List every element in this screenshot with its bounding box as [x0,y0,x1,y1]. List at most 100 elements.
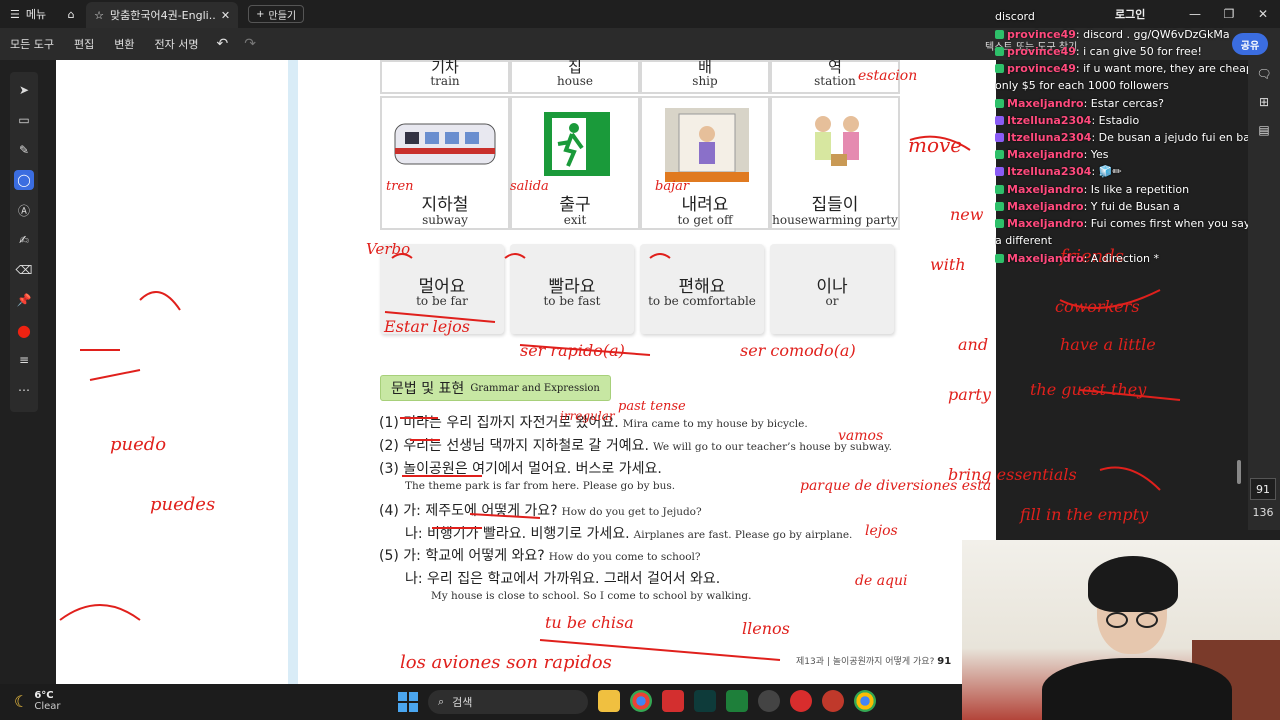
badge-icon [995,30,1004,39]
grammar-en: How do you get to Jejudo? [561,506,702,518]
more-icon[interactable]: ⋯ [14,380,34,400]
vocab-card: 내려요 to get off [640,96,770,230]
chat-text: i can give 50 for free! [1083,45,1202,58]
chat-message: Itzelluna2304: De busan a jejudo fui en … [995,129,1265,146]
chat-user: Itzelluna2304 [1007,114,1092,127]
terminal-icon[interactable] [726,690,748,712]
bookmark-panel-icon[interactable]: ⊞ [1248,88,1280,116]
select-cursor-icon[interactable]: ➤ [14,80,34,100]
file-explorer-icon[interactable] [598,690,620,712]
toolbar-convert[interactable]: 변환 [104,36,144,52]
vocab-en: subway [422,213,468,227]
chat-message: Maxeljandro: Is like a repetition [995,181,1245,198]
chat-message: Maxeljandro: Estar cercas? [995,95,1245,112]
chat-user: Maxeljandro [1007,200,1084,213]
windows-start-icon[interactable] [398,692,418,712]
grammar-line: 나: 우리 집은 학교에서 가까워요. 그래서 걸어서 와요. [405,568,720,588]
obs-icon[interactable] [758,690,780,712]
pdf-page: 기차 train 집 house 배 ship 역 station 지하철 subway … [256,60,996,685]
comment-icon[interactable]: ▭ [14,110,34,130]
badge-icon [995,133,1004,142]
chat-user: Maxeljandro [1007,97,1084,110]
page-footer: 제13과 | 놀이공원까지 어떻게 가요? 91 [796,654,951,667]
page-number-input[interactable]: 91 [1250,478,1276,500]
chat-text: Estar cercas? [1090,97,1164,110]
acrobat-icon[interactable] [662,690,684,712]
phrase-card: 이나 or [770,244,894,334]
chat-text: discord . gg/QW6vDzGkMa [1083,28,1230,41]
chat-text: discord [995,10,1035,23]
vocab-top-row: 기차 train 집 house 배 ship 역 station [380,60,900,94]
cc-app-icon[interactable] [790,690,812,712]
toolbar-e-sign[interactable]: 전자 서명 [144,36,208,52]
grammar-translation: My house is close to school. So I come t… [431,590,752,602]
text-select-icon[interactable]: Ⓐ [14,200,34,220]
streamer-hair [1088,556,1178,612]
glasses-icon [1106,612,1128,628]
chat-text: A direction * [1090,252,1160,265]
chat-user: Maxeljandro [1007,252,1084,265]
close-tab-icon[interactable]: ✕ [221,9,230,22]
grammar-line: (2) 우리는 선생님 댁까지 지하철로 갈 거예요. We will go to… [379,435,892,455]
vocab-en: to get off [677,213,733,227]
audio-app-icon[interactable] [694,690,716,712]
toolbar-all-tools[interactable]: 모든 도구 [0,36,64,52]
document-view: 기차 train 집 house 배 ship 역 station 지하철 subway … [56,60,996,685]
line-weight-icon[interactable]: ≡ [14,350,34,370]
grammar-en: We will go to our teacher’s house by sub… [652,441,892,453]
badge-icon [995,202,1004,211]
pen-icon[interactable]: ✎ [14,140,34,160]
new-tab-button[interactable]: + 만들기 [248,5,305,23]
vocab-ko: 지하철 [421,195,469,215]
grammar-en: Airplanes are fast. Please go by airplan… [633,529,853,541]
badge-icon [995,167,1004,176]
signature-icon[interactable]: ✍ [14,230,34,250]
chrome-icon[interactable] [630,690,652,712]
color-picker-icon[interactable]: ● [14,320,34,340]
toolbar-edit[interactable]: 편집 [64,36,104,52]
badge-icon [995,185,1004,194]
grammar-heading: 문법 및 표현 Grammar and Expression [380,375,611,401]
grammar-ko: 가: 제주도에 어떻게 가요? [403,503,558,519]
menu-button[interactable]: ☰ 메뉴 [0,0,56,28]
lasso-icon[interactable]: ◯ [14,170,34,190]
taskbar-search[interactable]: ⌕ 검색 [428,690,588,714]
phrase-row: 멀어요 to be far 빨라요 to be fast 편해요 to be comf… [380,244,900,334]
home-button[interactable]: ⌂ [56,0,86,28]
vocab-ko: 출구 [559,195,591,215]
undo-icon[interactable]: ↶ [208,36,236,52]
redo-icon[interactable]: ↷ [236,36,264,52]
grammar-en: How do you come to school? [548,551,701,563]
search-label: 검색 [452,696,473,709]
hamburger-icon: ☰ [10,7,20,21]
thumbnail-panel-icon[interactable]: ▤ [1248,116,1280,144]
vocab-card: 집들이 housewarming party [770,96,900,230]
weather-widget[interactable]: ☾ 6°C Clear [14,690,61,712]
chat-text: De busan a jejudo fui en barco [1098,131,1265,144]
grammar-num: (2) [379,438,399,454]
tab-title: 맞춤한국어4권-Engli... [110,9,215,22]
phrase-en: to be fast [543,294,601,308]
vocab-card: 배 ship [640,60,770,94]
chat-text: Yes [1090,148,1109,161]
chrome-profile-icon[interactable] [854,690,876,712]
vocab-card: 출구 exit [510,96,640,230]
weather-condition: Clear [34,701,61,712]
grammar-subtitle: Grammar and Expression [470,382,600,394]
vocab-en: exit [563,213,587,227]
comment-panel-icon[interactable]: 🗨 [1248,60,1280,88]
grammar-num: (4) [379,503,399,519]
page-margin-stripe [288,60,298,685]
star-icon[interactable]: ☆ [94,9,104,22]
document-tab[interactable]: ☆ 맞춤한국어4권-Engli... ✕ [86,2,239,28]
vocab-card: 집 house [510,60,640,94]
plus-icon: + [256,8,265,20]
badge-icon [995,254,1004,263]
grammar-ko: 나: 우리 집은 학교에서 가까워요. 그래서 걸어서 와요. [405,571,721,587]
scrollbar-thumb[interactable] [1237,460,1241,484]
record-app-icon[interactable] [822,690,844,712]
grammar-ko: 놀이공원은 여기에서 멀어요. 버스로 가세요. [403,461,662,477]
eraser-icon[interactable]: ⌫ [14,260,34,280]
chat-message: Itzelluna2304: 🧊✏ [995,163,1245,180]
pin-icon[interactable]: 📌 [14,290,34,310]
